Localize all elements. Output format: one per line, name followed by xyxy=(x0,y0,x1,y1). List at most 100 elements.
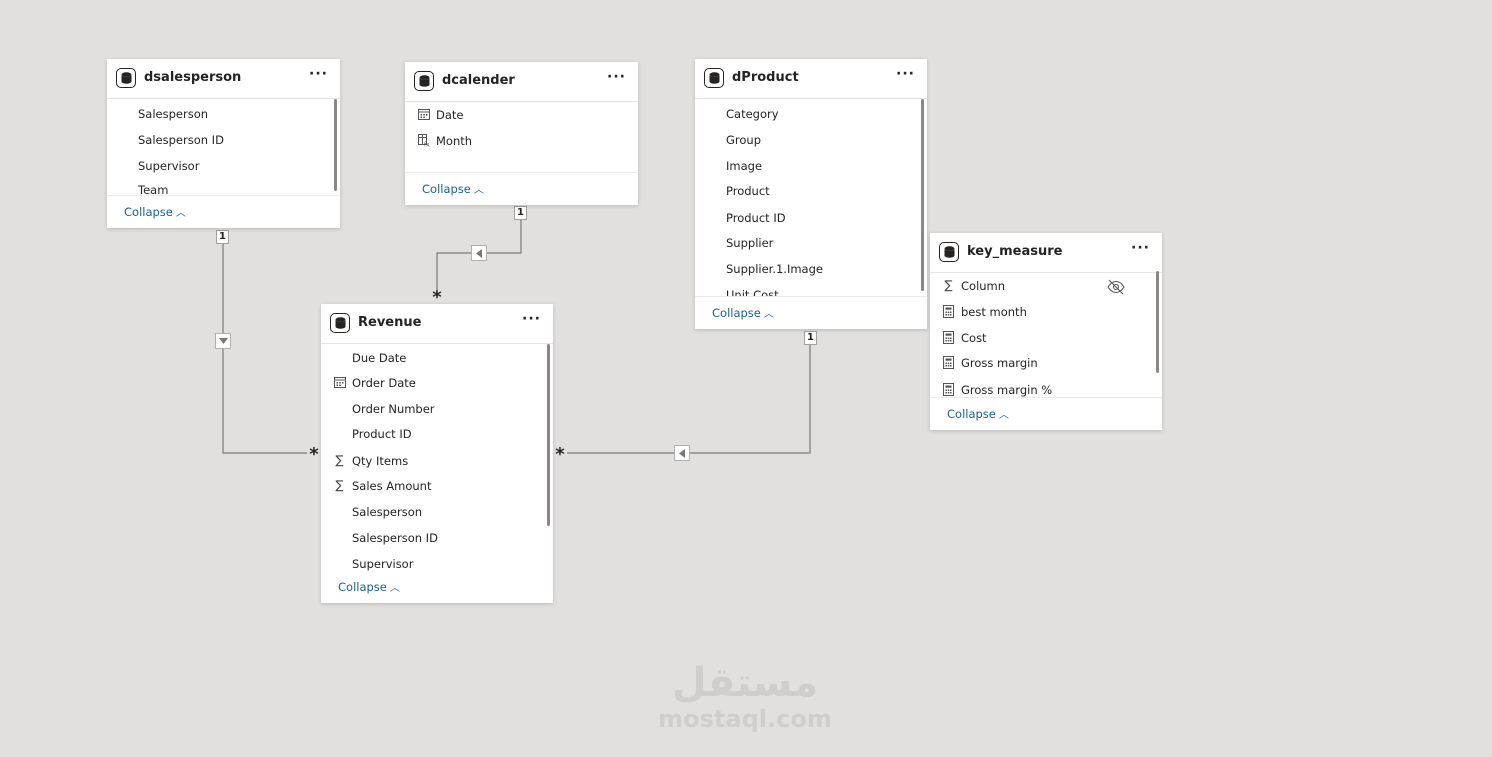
table-card-key-measure[interactable]: key_measure ··· ∑ Column best month Cost… xyxy=(930,233,1162,430)
table-title: dProduct xyxy=(732,70,799,85)
database-table-icon xyxy=(330,313,350,333)
field-row[interactable]: Salesperson xyxy=(321,499,553,525)
collapse-button[interactable]: Collapse ︿ xyxy=(947,406,1009,421)
scrollbar[interactable] xyxy=(547,344,550,526)
sigma-icon: ∑ xyxy=(335,453,344,467)
table-title: dsalesperson xyxy=(144,70,242,85)
collapse-button[interactable]: Collapse ︿ xyxy=(712,305,774,320)
relationship-line-dsalesperson-revenue xyxy=(222,243,313,454)
more-options-icon[interactable]: ··· xyxy=(522,311,541,327)
field-row[interactable]: Unit Cost xyxy=(695,282,927,297)
svg-text:fx: fx xyxy=(424,142,430,148)
field-label: Column xyxy=(961,279,1006,293)
table-header[interactable]: key_measure ··· xyxy=(930,233,1162,273)
field-row[interactable]: Supplier.1.Image xyxy=(695,256,927,282)
scrollbar[interactable] xyxy=(1156,271,1159,373)
measure-icon xyxy=(942,305,955,318)
chevron-up-icon: ︿ xyxy=(175,208,186,219)
database-table-icon xyxy=(414,71,434,91)
field-row[interactable]: Due Date xyxy=(321,345,553,371)
database-table-icon xyxy=(116,68,136,88)
field-label: Order Date xyxy=(352,376,416,390)
field-label: Salesperson ID xyxy=(138,133,224,147)
more-options-icon[interactable]: ··· xyxy=(896,66,915,82)
field-label: Sales Amount xyxy=(352,479,432,493)
field-label: Product ID xyxy=(726,211,786,225)
relationship-line-dproduct-revenue xyxy=(567,345,811,454)
field-row[interactable]: best month xyxy=(930,299,1162,325)
field-label: Cost xyxy=(961,331,987,345)
field-label: Product ID xyxy=(352,427,412,441)
measure-icon xyxy=(942,383,955,396)
scrollbar[interactable] xyxy=(334,99,337,191)
table-footer: Collapse ︿ xyxy=(930,397,1162,430)
triangle-left-icon xyxy=(679,448,685,458)
field-label: Month xyxy=(436,134,473,148)
field-label: Date xyxy=(436,108,464,122)
table-card-dproduct[interactable]: dProduct ··· Category Group Image Produc… xyxy=(695,59,927,329)
field-row[interactable]: Gross margin % xyxy=(930,377,1162,397)
table-card-dsalesperson[interactable]: dsalesperson ··· Salesperson Salesperson… xyxy=(107,59,340,228)
field-label: Order Number xyxy=(352,402,435,416)
field-row[interactable]: Category xyxy=(695,101,927,127)
field-row[interactable]: Date xyxy=(405,102,638,128)
measure-icon xyxy=(942,356,955,369)
table-footer: Collapse ︿ xyxy=(107,195,340,228)
field-label: Salesperson xyxy=(138,107,209,121)
table-header[interactable]: dcalender ··· xyxy=(405,62,638,102)
table-card-revenue[interactable]: Revenue ··· Due Date Order Date Order Nu… xyxy=(321,304,553,603)
calendar-icon xyxy=(417,108,430,121)
field-label: Image xyxy=(726,159,763,173)
field-row[interactable]: Supplier xyxy=(695,230,927,256)
cardinality-one-dproduct: 1 xyxy=(804,331,817,345)
collapse-button[interactable]: Collapse ︿ xyxy=(422,181,484,196)
database-table-icon xyxy=(704,68,724,88)
collapse-label: Collapse xyxy=(422,182,471,196)
cardinality-one-dsalesperson: 1 xyxy=(216,230,229,244)
triangle-left-icon xyxy=(476,248,482,258)
collapse-button[interactable]: Collapse ︿ xyxy=(338,579,400,594)
field-row[interactable]: ∑ Sales Amount xyxy=(321,473,553,499)
table-card-dcalender[interactable]: dcalender ··· Date fx Month Collapse ︿ xyxy=(405,62,638,205)
field-row[interactable]: Group xyxy=(695,127,927,153)
filter-direction-arrow[interactable] xyxy=(471,245,487,261)
table-header[interactable]: dProduct ··· xyxy=(695,59,927,99)
more-options-icon[interactable]: ··· xyxy=(1131,240,1150,256)
field-label: Supervisor xyxy=(138,159,200,173)
more-options-icon[interactable]: ··· xyxy=(607,69,626,85)
field-row[interactable]: Product ID xyxy=(321,421,553,447)
collapse-button[interactable]: Collapse ︿ xyxy=(124,204,186,219)
calculated-column-icon: fx xyxy=(417,134,430,149)
table-title: dcalender xyxy=(442,73,515,88)
field-row[interactable]: Image xyxy=(695,153,927,179)
scrollbar[interactable] xyxy=(921,99,924,291)
filter-direction-arrow[interactable] xyxy=(674,445,690,461)
more-options-icon[interactable]: ··· xyxy=(309,66,328,82)
field-label: Gross margin xyxy=(961,356,1038,370)
field-row[interactable]: Salesperson xyxy=(107,101,340,127)
field-row[interactable]: Product xyxy=(695,178,927,204)
field-row[interactable]: fx Month xyxy=(405,128,638,154)
cardinality-one-dcalender: 1 xyxy=(514,206,527,220)
calendar-icon xyxy=(333,376,346,389)
field-row[interactable]: Product ID xyxy=(695,205,927,231)
field-row[interactable]: Salesperson ID xyxy=(321,525,553,551)
field-row[interactable]: Order Date xyxy=(321,370,553,396)
table-header[interactable]: Revenue ··· xyxy=(321,304,553,344)
collapse-label: Collapse xyxy=(712,306,761,320)
field-row[interactable]: Order Number xyxy=(321,396,553,422)
field-row[interactable]: Gross margin xyxy=(930,350,1162,376)
cardinality-many-revenue-left: * xyxy=(307,446,321,464)
chevron-up-icon: ︿ xyxy=(763,309,774,320)
field-row[interactable]: ∑ Qty Items xyxy=(321,448,553,474)
field-row[interactable]: Salesperson ID xyxy=(107,127,340,153)
field-row[interactable]: Cost xyxy=(930,325,1162,351)
table-header[interactable]: dsalesperson ··· xyxy=(107,59,340,99)
field-row[interactable]: Supervisor xyxy=(107,153,340,179)
collapse-label: Collapse xyxy=(338,580,387,594)
filter-direction-arrow[interactable] xyxy=(215,333,231,349)
field-row[interactable]: ∑ Column xyxy=(930,273,1162,299)
hidden-eye-icon[interactable] xyxy=(1106,278,1126,295)
watermark-latin: mostaql.com xyxy=(658,705,832,733)
model-canvas[interactable]: 1 * 1 * 1 * dsalesperson ··· Salesperson… xyxy=(0,0,1492,757)
